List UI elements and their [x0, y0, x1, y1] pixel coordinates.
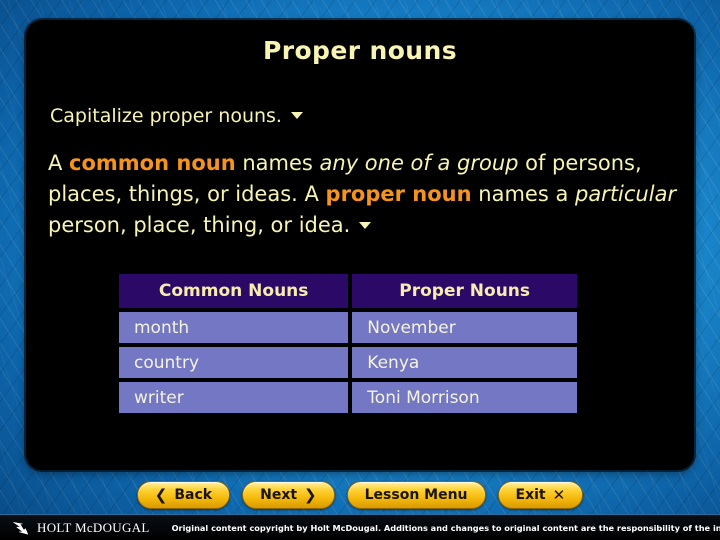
- cell-proper-noun: Toni Morrison: [350, 380, 579, 415]
- column-header-proper-nouns: Proper Nouns: [350, 272, 579, 310]
- emphasis-any-one-of-a-group: any one of a group: [319, 151, 519, 175]
- cell-proper-noun: November: [350, 310, 579, 345]
- keyword-common-noun: common noun: [69, 151, 236, 175]
- noun-examples-table: Common Nouns Proper Nouns month November…: [117, 272, 579, 415]
- definition-seg-1: A: [48, 151, 70, 175]
- copyright-notice: Original content copyright by Holt McDou…: [171, 522, 720, 533]
- emphasis-particular: particular: [574, 182, 677, 206]
- back-button[interactable]: ❮ Back: [136, 481, 231, 509]
- close-x-icon: ✕: [552, 485, 566, 504]
- column-header-common-nouns: Common Nouns: [117, 272, 351, 310]
- table-row: country Kenya: [117, 345, 579, 380]
- chevron-right-icon: ❯: [304, 485, 317, 504]
- definition-seg-5: person, place, thing, or idea.: [48, 213, 351, 237]
- definition-seg-2: names: [235, 151, 320, 175]
- back-button-label: Back: [174, 487, 213, 503]
- table-row: writer Toni Morrison: [117, 380, 579, 415]
- table-header-row: Common Nouns Proper Nouns: [117, 272, 579, 310]
- cell-proper-noun: Kenya: [350, 345, 579, 380]
- content-panel: Proper nouns Capitalize proper nouns. A …: [26, 20, 694, 470]
- next-button[interactable]: Next ❯: [242, 481, 335, 509]
- bullet-statement-text: Capitalize proper nouns.: [50, 105, 282, 127]
- cell-common-noun: month: [117, 310, 351, 345]
- holt-mcdougal-bird-icon: [13, 522, 29, 535]
- triangle-down-icon: [290, 112, 303, 119]
- exit-button-label: Exit: [515, 487, 546, 503]
- cell-common-noun: country: [117, 345, 351, 380]
- table-row: month November: [117, 310, 579, 345]
- publisher-name: HOLT McDOUGAL: [37, 519, 150, 535]
- footer-bar: HOLT McDOUGAL Original content copyright…: [0, 514, 720, 540]
- lesson-menu-button-label: Lesson Menu: [364, 487, 468, 503]
- slide-root: Proper nouns Capitalize proper nouns. A …: [0, 0, 720, 540]
- navigation-bar: ❮ Back Next ❯ Lesson Menu Exit ✕: [0, 478, 720, 512]
- lesson-menu-button[interactable]: Lesson Menu: [346, 481, 486, 509]
- next-button-label: Next: [260, 487, 298, 503]
- chevron-left-icon: ❮: [154, 485, 168, 504]
- triangle-down-icon-2: [359, 221, 372, 229]
- definition-paragraph: A common noun names any one of a group o…: [48, 148, 688, 241]
- definition-seg-4: names a: [471, 182, 575, 206]
- keyword-proper-noun: proper noun: [325, 182, 472, 206]
- exit-button[interactable]: Exit ✕: [497, 481, 584, 509]
- page-title: Proper nouns: [263, 36, 457, 65]
- publisher-logo: HOLT McDOUGAL: [12, 520, 150, 536]
- cell-common-noun: writer: [117, 380, 351, 415]
- bullet-statement: Capitalize proper nouns.: [50, 105, 303, 127]
